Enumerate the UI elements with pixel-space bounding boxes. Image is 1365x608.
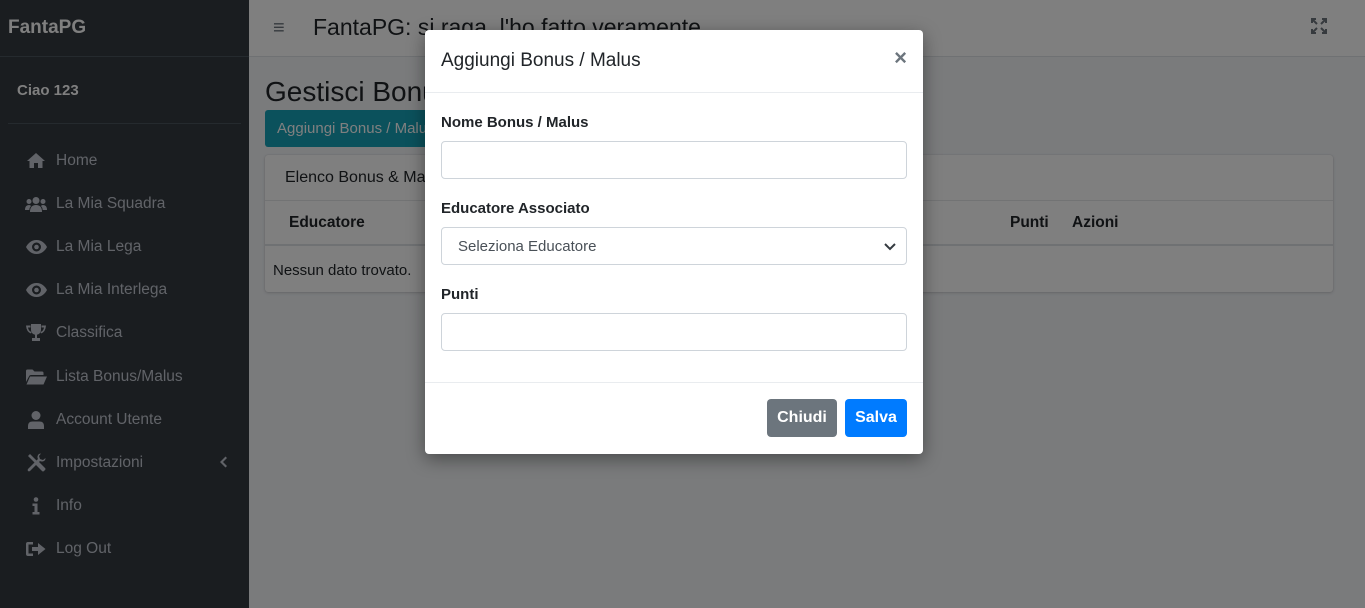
punti-input[interactable] (441, 313, 907, 351)
nome-bonus-malus-label: Nome Bonus / Malus (441, 114, 589, 131)
salva-button[interactable]: Salva (845, 399, 907, 437)
add-bonus-malus-modal: Aggiungi Bonus / Malus × Nome Bonus / Ma… (425, 30, 923, 454)
educatore-select-value: Seleziona Educatore (458, 237, 597, 255)
nome-bonus-malus-input[interactable] (441, 141, 907, 179)
chevron-down-icon (884, 238, 896, 255)
modal-title: Aggiungi Bonus / Malus (441, 50, 641, 71)
punti-label: Punti (441, 286, 479, 303)
modal-body: Nome Bonus / Malus Educatore Associato S… (425, 93, 923, 383)
chiudi-button[interactable]: Chiudi (767, 399, 837, 437)
educatore-select[interactable]: Seleziona Educatore (441, 227, 907, 265)
close-icon[interactable]: × (894, 47, 907, 69)
modal-header: Aggiungi Bonus / Malus × (425, 30, 923, 93)
educatore-associato-label: Educatore Associato (441, 200, 590, 217)
modal-footer: Chiudi Salva (425, 383, 923, 453)
